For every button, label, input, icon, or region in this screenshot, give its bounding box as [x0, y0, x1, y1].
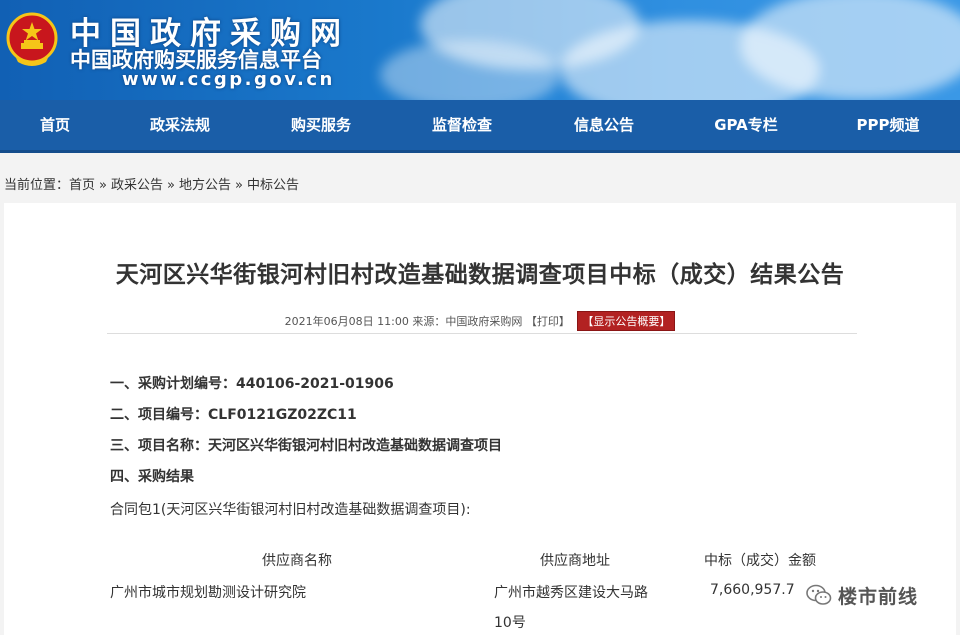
supplier-address: 广州市越秀区建设大马路 — [494, 585, 648, 601]
breadcrumb-prefix: 当前位置： — [4, 178, 70, 193]
table-header-supplier-address: 供应商地址 — [540, 553, 610, 569]
watermark: 楼市前线 — [806, 578, 946, 612]
source-name: 中国政府采购网 — [445, 315, 523, 328]
site-url[interactable]: www.ccgp.gov.cn — [122, 69, 335, 90]
publish-date: 2021年06月08日 11:00 — [284, 315, 409, 328]
source-label: 来源： — [412, 315, 446, 328]
nav-item-regulations[interactable]: 政采法规 — [120, 100, 240, 150]
article-title: 天河区兴华街银河村旧村改造基础数据调查项目中标（成交）结果公告 — [115, 262, 845, 288]
section-result: 四、采购结果 — [110, 469, 194, 485]
site-header: 中国政府采购网 中国政府购买服务信息平台 www.ccgp.gov.cn — [0, 0, 960, 100]
nav-item-announcements[interactable]: 信息公告 — [544, 100, 664, 150]
breadcrumb-separator: » — [167, 178, 175, 193]
nav-item-supervision[interactable]: 监督检查 — [402, 100, 522, 150]
breadcrumb-procurement[interactable]: 政采公告 — [111, 178, 163, 193]
article-meta: 2021年06月08日 11:00 来源：中国政府采购网 【打印】 【显示公告概… — [4, 311, 956, 331]
breadcrumb-separator: » — [99, 178, 107, 193]
supplier-name: 广州市城市规划勘测设计研究院 — [110, 585, 306, 601]
main-nav: 首页 政采法规 购买服务 监督检查 信息公告 GPA专栏 PPP频道 — [0, 100, 960, 153]
national-emblem-icon — [6, 12, 58, 66]
table-header-supplier-name: 供应商名称 — [262, 553, 332, 569]
supplier-address-line2: 10号 — [494, 615, 526, 631]
breadcrumb: 当前位置：首页 » 政采公告 » 地方公告 » 中标公告 — [4, 174, 299, 193]
contract-package: 合同包1(天河区兴华街银河村旧村改造基础数据调查项目): — [110, 502, 471, 518]
breadcrumb-home[interactable]: 首页 — [69, 178, 95, 193]
nav-item-gpa[interactable]: GPA专栏 — [686, 100, 806, 150]
show-summary-button[interactable]: 【显示公告概要】 — [577, 311, 676, 331]
breadcrumb-award[interactable]: 中标公告 — [247, 178, 299, 193]
nav-item-purchase-services[interactable]: 购买服务 — [261, 100, 381, 150]
wechat-icon — [806, 584, 832, 605]
divider — [107, 333, 857, 334]
section-project-name: 三、项目名称：天河区兴华街银河村旧村改造基础数据调查项目 — [110, 438, 502, 454]
table-header-amount: 中标（成交）金额 — [704, 553, 816, 569]
breadcrumb-local[interactable]: 地方公告 — [179, 178, 231, 193]
nav-item-ppp[interactable]: PPP频道 — [828, 100, 948, 150]
award-amount: 7,660,957.7 — [710, 582, 795, 598]
section-plan-number: 一、采购计划编号：440106-2021-01906 — [110, 376, 394, 392]
watermark-text: 楼市前线 — [838, 585, 919, 608]
section-project-number: 二、项目编号：CLF0121GZ02ZC11 — [110, 407, 357, 423]
breadcrumb-separator: » — [235, 178, 243, 193]
print-link[interactable]: 【打印】 — [526, 315, 570, 328]
nav-item-home[interactable]: 首页 — [0, 100, 115, 150]
article-card: 天河区兴华街银河村旧村改造基础数据调查项目中标（成交）结果公告 2021年06月… — [4, 203, 956, 635]
